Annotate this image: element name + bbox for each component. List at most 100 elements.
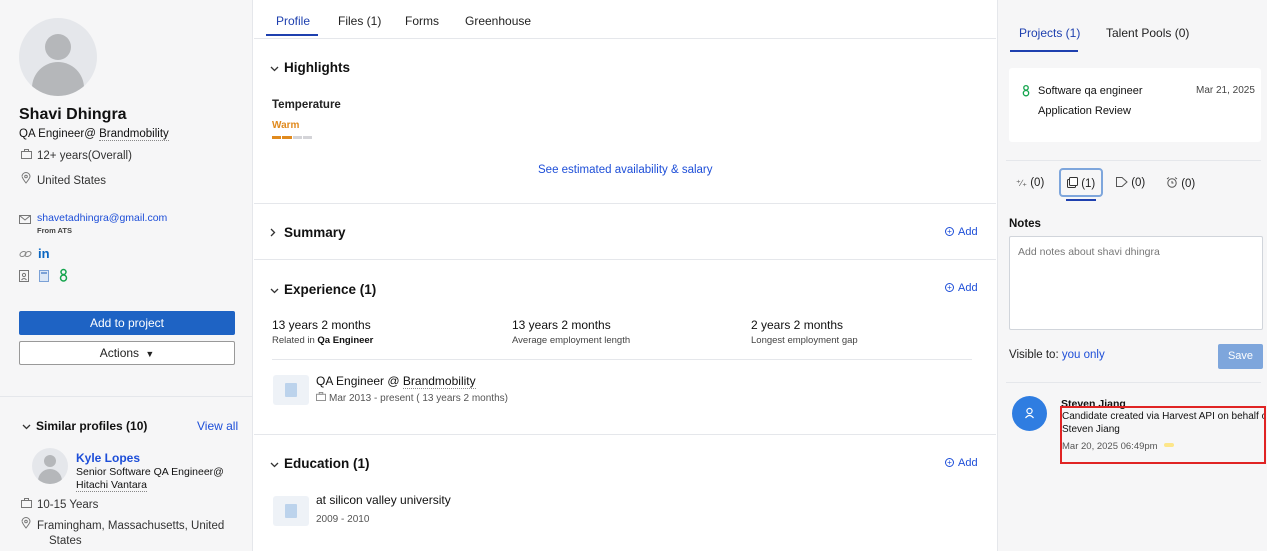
temperature-label: Temperature bbox=[272, 99, 341, 111]
reminders-filter[interactable]: (0) bbox=[1166, 177, 1195, 191]
project-date: Mar 21, 2025 bbox=[1196, 85, 1255, 96]
temperature-meter bbox=[272, 136, 312, 139]
greenhouse-icon[interactable] bbox=[59, 268, 68, 285]
chevron-down-icon bbox=[270, 61, 284, 75]
similar-profile-role: Senior Software QA Engineer@ Hitachi Van… bbox=[76, 466, 224, 492]
candidate-name: Shavi Dhingra bbox=[19, 106, 127, 123]
section-divider bbox=[254, 259, 996, 260]
experience-add-button[interactable]: + Add bbox=[945, 282, 978, 294]
active-right-tab-indicator bbox=[1010, 50, 1078, 52]
link-icon[interactable] bbox=[19, 248, 32, 262]
mail-icon bbox=[19, 213, 31, 227]
section-divider bbox=[254, 203, 996, 204]
similar-profile-name[interactable]: Kyle Lopes bbox=[76, 451, 140, 465]
avg-employment-label: Average employment length bbox=[512, 335, 631, 346]
chevron-right-icon bbox=[270, 226, 284, 240]
summary-header[interactable]: Summary bbox=[270, 225, 346, 240]
plus-circle-icon: + bbox=[945, 227, 954, 236]
right-divider bbox=[1006, 382, 1261, 383]
email-source: From ATS bbox=[37, 226, 72, 235]
experience-stats-divider bbox=[272, 359, 972, 360]
right-divider bbox=[1006, 160, 1261, 161]
education-years: 2009 - 2010 bbox=[316, 514, 370, 525]
plus-circle-icon: + bbox=[945, 283, 954, 292]
experience-header[interactable]: Experience (1) bbox=[270, 282, 376, 297]
tags-filter[interactable]: (0) bbox=[1116, 177, 1145, 190]
candidate-company[interactable]: Brandmobility bbox=[99, 128, 169, 141]
tab-profile[interactable]: Profile bbox=[276, 14, 310, 28]
notes-textarea[interactable]: Add notes about shavi dhingra bbox=[1009, 236, 1263, 330]
briefcase-icon bbox=[19, 149, 33, 162]
notes-filter[interactable]: (1) bbox=[1059, 168, 1103, 197]
greenhouse-icon bbox=[1022, 84, 1030, 100]
similar-profile-experience: 10-15 Years bbox=[19, 498, 98, 511]
sequences-filter[interactable]: ⁺∕₊ (0) bbox=[1016, 177, 1044, 189]
tag-icon bbox=[1116, 177, 1128, 190]
save-note-button[interactable]: Save bbox=[1218, 344, 1263, 369]
job-title: QA Engineer @ Brandmobility bbox=[316, 374, 476, 389]
actions-dropdown-button[interactable]: Actions ▼ bbox=[19, 341, 235, 365]
education-add-button[interactable]: + Add bbox=[945, 457, 978, 469]
plus-circle-icon: + bbox=[945, 458, 954, 467]
similar-profiles-toggle[interactable]: Similar profiles (10) bbox=[22, 419, 147, 433]
alarm-icon bbox=[1166, 177, 1178, 191]
active-filter-indicator bbox=[1066, 199, 1096, 201]
similar-profile-avatar bbox=[32, 448, 68, 484]
candidate-sidebar: Shavi Dhingra QA Engineer@ Brandmobility… bbox=[0, 0, 253, 551]
job-company[interactable]: Brandmobility bbox=[402, 374, 476, 389]
experience-years: 12+ years(Overall) bbox=[19, 149, 132, 162]
note-highlight-box bbox=[1060, 406, 1266, 464]
visibility-setting: Visible to: you only bbox=[1009, 349, 1105, 361]
active-tab-indicator bbox=[266, 34, 318, 36]
location-pin-icon bbox=[19, 172, 33, 187]
similar-profile-location: Framingham, Massachusetts, United States bbox=[19, 517, 224, 549]
tabs-divider bbox=[254, 38, 996, 39]
chevron-down-icon bbox=[270, 283, 284, 297]
summary-add-button[interactable]: + Add bbox=[945, 226, 978, 238]
linkedin-icon[interactable]: in bbox=[38, 246, 50, 261]
person-icon bbox=[1025, 407, 1034, 419]
visibility-selector[interactable]: you only bbox=[1062, 349, 1105, 361]
longest-gap-label: Longest employment gap bbox=[751, 335, 858, 346]
education-header[interactable]: Education (1) bbox=[270, 456, 370, 471]
sidebar-divider bbox=[0, 396, 253, 397]
temperature-segment bbox=[292, 136, 302, 139]
tab-greenhouse[interactable]: Greenhouse bbox=[465, 14, 531, 28]
document-icon[interactable] bbox=[39, 270, 49, 285]
notes-title: Notes bbox=[1009, 218, 1041, 230]
temperature-segment bbox=[282, 136, 292, 139]
job-dates: Mar 2013 - present ( 13 years 2 months) bbox=[316, 392, 508, 404]
project-name[interactable]: Software qa engineer bbox=[1038, 85, 1143, 97]
related-experience-label: Related in Qa Engineer bbox=[272, 335, 374, 346]
candidate-avatar bbox=[19, 18, 97, 96]
view-all-link[interactable]: View all bbox=[197, 419, 238, 433]
candidate-email[interactable]: shavetadhingra@gmail.com bbox=[37, 212, 167, 224]
temperature-segment bbox=[272, 136, 282, 139]
school-name: at silicon valley university bbox=[316, 493, 451, 507]
tab-forms[interactable]: Forms bbox=[405, 14, 439, 28]
longest-gap-value: 2 years 2 months bbox=[751, 318, 844, 332]
sequence-icon: ⁺∕₊ bbox=[1016, 178, 1028, 188]
tab-talent-pools[interactable]: Talent Pools (0) bbox=[1106, 26, 1189, 40]
temperature-value: Warm bbox=[272, 120, 300, 131]
note-author-avatar bbox=[1012, 396, 1047, 431]
candidate-title: QA Engineer@ Brandmobility bbox=[19, 128, 169, 141]
chevron-down-icon bbox=[270, 457, 284, 471]
briefcase-icon bbox=[19, 498, 33, 511]
add-to-project-button[interactable]: Add to project bbox=[19, 311, 235, 335]
related-experience-value: 13 years 2 months bbox=[272, 318, 371, 332]
chevron-down-icon bbox=[22, 419, 36, 433]
availability-salary-link[interactable]: See estimated availability & salary bbox=[538, 164, 713, 176]
tab-projects[interactable]: Projects (1) bbox=[1019, 26, 1080, 40]
school-icon bbox=[273, 496, 309, 526]
highlights-header[interactable]: Highlights bbox=[270, 60, 350, 75]
section-divider bbox=[254, 434, 996, 435]
project-stage: Application Review bbox=[1038, 105, 1131, 117]
temperature-segment bbox=[302, 136, 312, 139]
location-pin-icon bbox=[19, 517, 33, 534]
resume-icon[interactable] bbox=[19, 270, 29, 285]
tab-files[interactable]: Files (1) bbox=[338, 14, 381, 28]
notes-icon bbox=[1067, 177, 1078, 191]
briefcase-icon bbox=[316, 392, 326, 404]
caret-down-icon: ▼ bbox=[145, 349, 155, 359]
